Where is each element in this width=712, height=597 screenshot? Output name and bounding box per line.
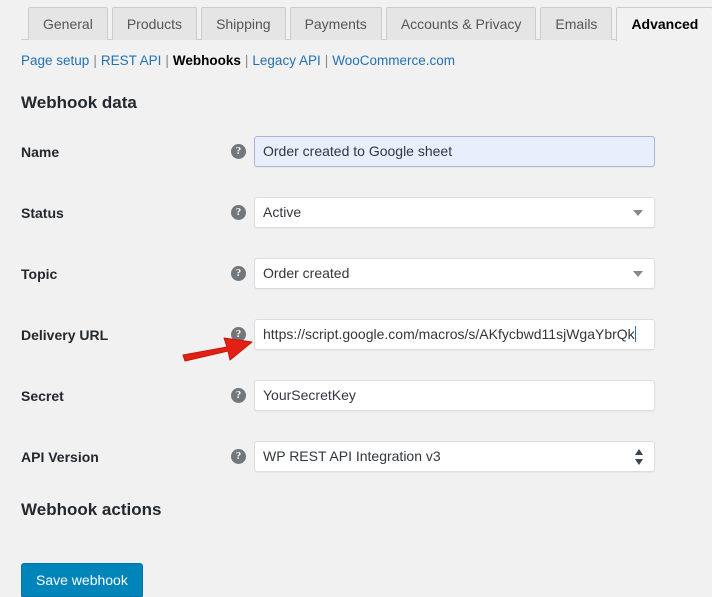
label-topic: Topic	[21, 266, 58, 282]
subnav-separator: |	[165, 53, 169, 68]
help-icon[interactable]: ?	[231, 327, 246, 342]
help-icon[interactable]: ?	[231, 449, 246, 464]
subnav-link-rest-api[interactable]: REST API	[101, 53, 162, 68]
subnav-link-legacy-api[interactable]: Legacy API	[252, 53, 320, 68]
webhook-data-form: Name ? Order created to Google sheet Sta…	[0, 130, 712, 496]
help-icon[interactable]: ?	[231, 144, 246, 159]
subnav-separator: |	[324, 53, 329, 68]
form-row-secret: Secret ? YourSecretKey	[0, 374, 712, 435]
webhook-actions-heading: Webhook actions	[21, 500, 162, 519]
form-row-topic: Topic ? Order created	[0, 252, 712, 313]
delivery-url-input[interactable]: https://script.google.com/macros/s/AKfyc…	[254, 319, 655, 350]
topic-select[interactable]: Order created	[254, 258, 655, 289]
webhooks-subnav: Page setup | REST API | Webhooks | Legacy API |…	[0, 40, 712, 70]
help-icon[interactable]: ?	[231, 388, 246, 403]
status-select[interactable]: Active	[254, 197, 655, 228]
form-row-status: Status ? Active	[0, 191, 712, 252]
tab-products[interactable]: Products	[111, 7, 198, 40]
subnav-separator: |	[244, 53, 249, 68]
api-version-select[interactable]: WP REST API Integration v3	[254, 441, 655, 472]
label-status: Status	[21, 205, 64, 221]
webhook-data-heading: Webhook data	[21, 93, 137, 112]
tab-payments[interactable]: Payments	[289, 7, 382, 40]
label-api-version: API Version	[21, 449, 99, 465]
subnav-link-webhooks[interactable]: Webhooks	[173, 53, 241, 68]
form-row-api-version: API Version ? WP REST API Integration v3	[0, 435, 712, 496]
delivery-url-value: https://script.google.com/macros/s/AKfyc…	[263, 326, 635, 342]
api-version-select-wrap: WP REST API Integration v3	[254, 441, 655, 472]
save-webhook-button[interactable]: Save webhook	[21, 563, 143, 597]
help-icon[interactable]: ?	[231, 205, 246, 220]
label-delivery-url: Delivery URL	[21, 327, 109, 343]
tab-shipping[interactable]: Shipping	[201, 7, 286, 40]
subnav-link-page-setup[interactable]: Page setup	[21, 53, 89, 68]
settings-tab-bar: General Products Shipping Payments Accou…	[0, 0, 712, 41]
form-row-delivery-url: Delivery URL ? https://script.google.com…	[0, 313, 712, 374]
help-icon[interactable]: ?	[231, 266, 246, 281]
text-cursor	[634, 326, 636, 342]
name-input[interactable]: Order created to Google sheet	[254, 136, 655, 167]
status-select-wrap: Active	[254, 197, 655, 228]
form-row-name: Name ? Order created to Google sheet	[0, 130, 712, 191]
tab-advanced[interactable]: Advanced	[616, 7, 712, 41]
label-name: Name	[21, 144, 60, 160]
tab-accounts-privacy[interactable]: Accounts & Privacy	[385, 7, 537, 40]
label-secret: Secret	[21, 388, 64, 404]
tab-general[interactable]: General	[28, 7, 108, 40]
topic-select-wrap: Order created	[254, 258, 655, 289]
secret-input[interactable]: YourSecretKey	[254, 380, 655, 411]
subnav-separator: |	[93, 53, 97, 68]
subnav-link-woocommerce-com[interactable]: WooCommerce.com	[332, 53, 455, 68]
tab-emails[interactable]: Emails	[540, 7, 613, 40]
